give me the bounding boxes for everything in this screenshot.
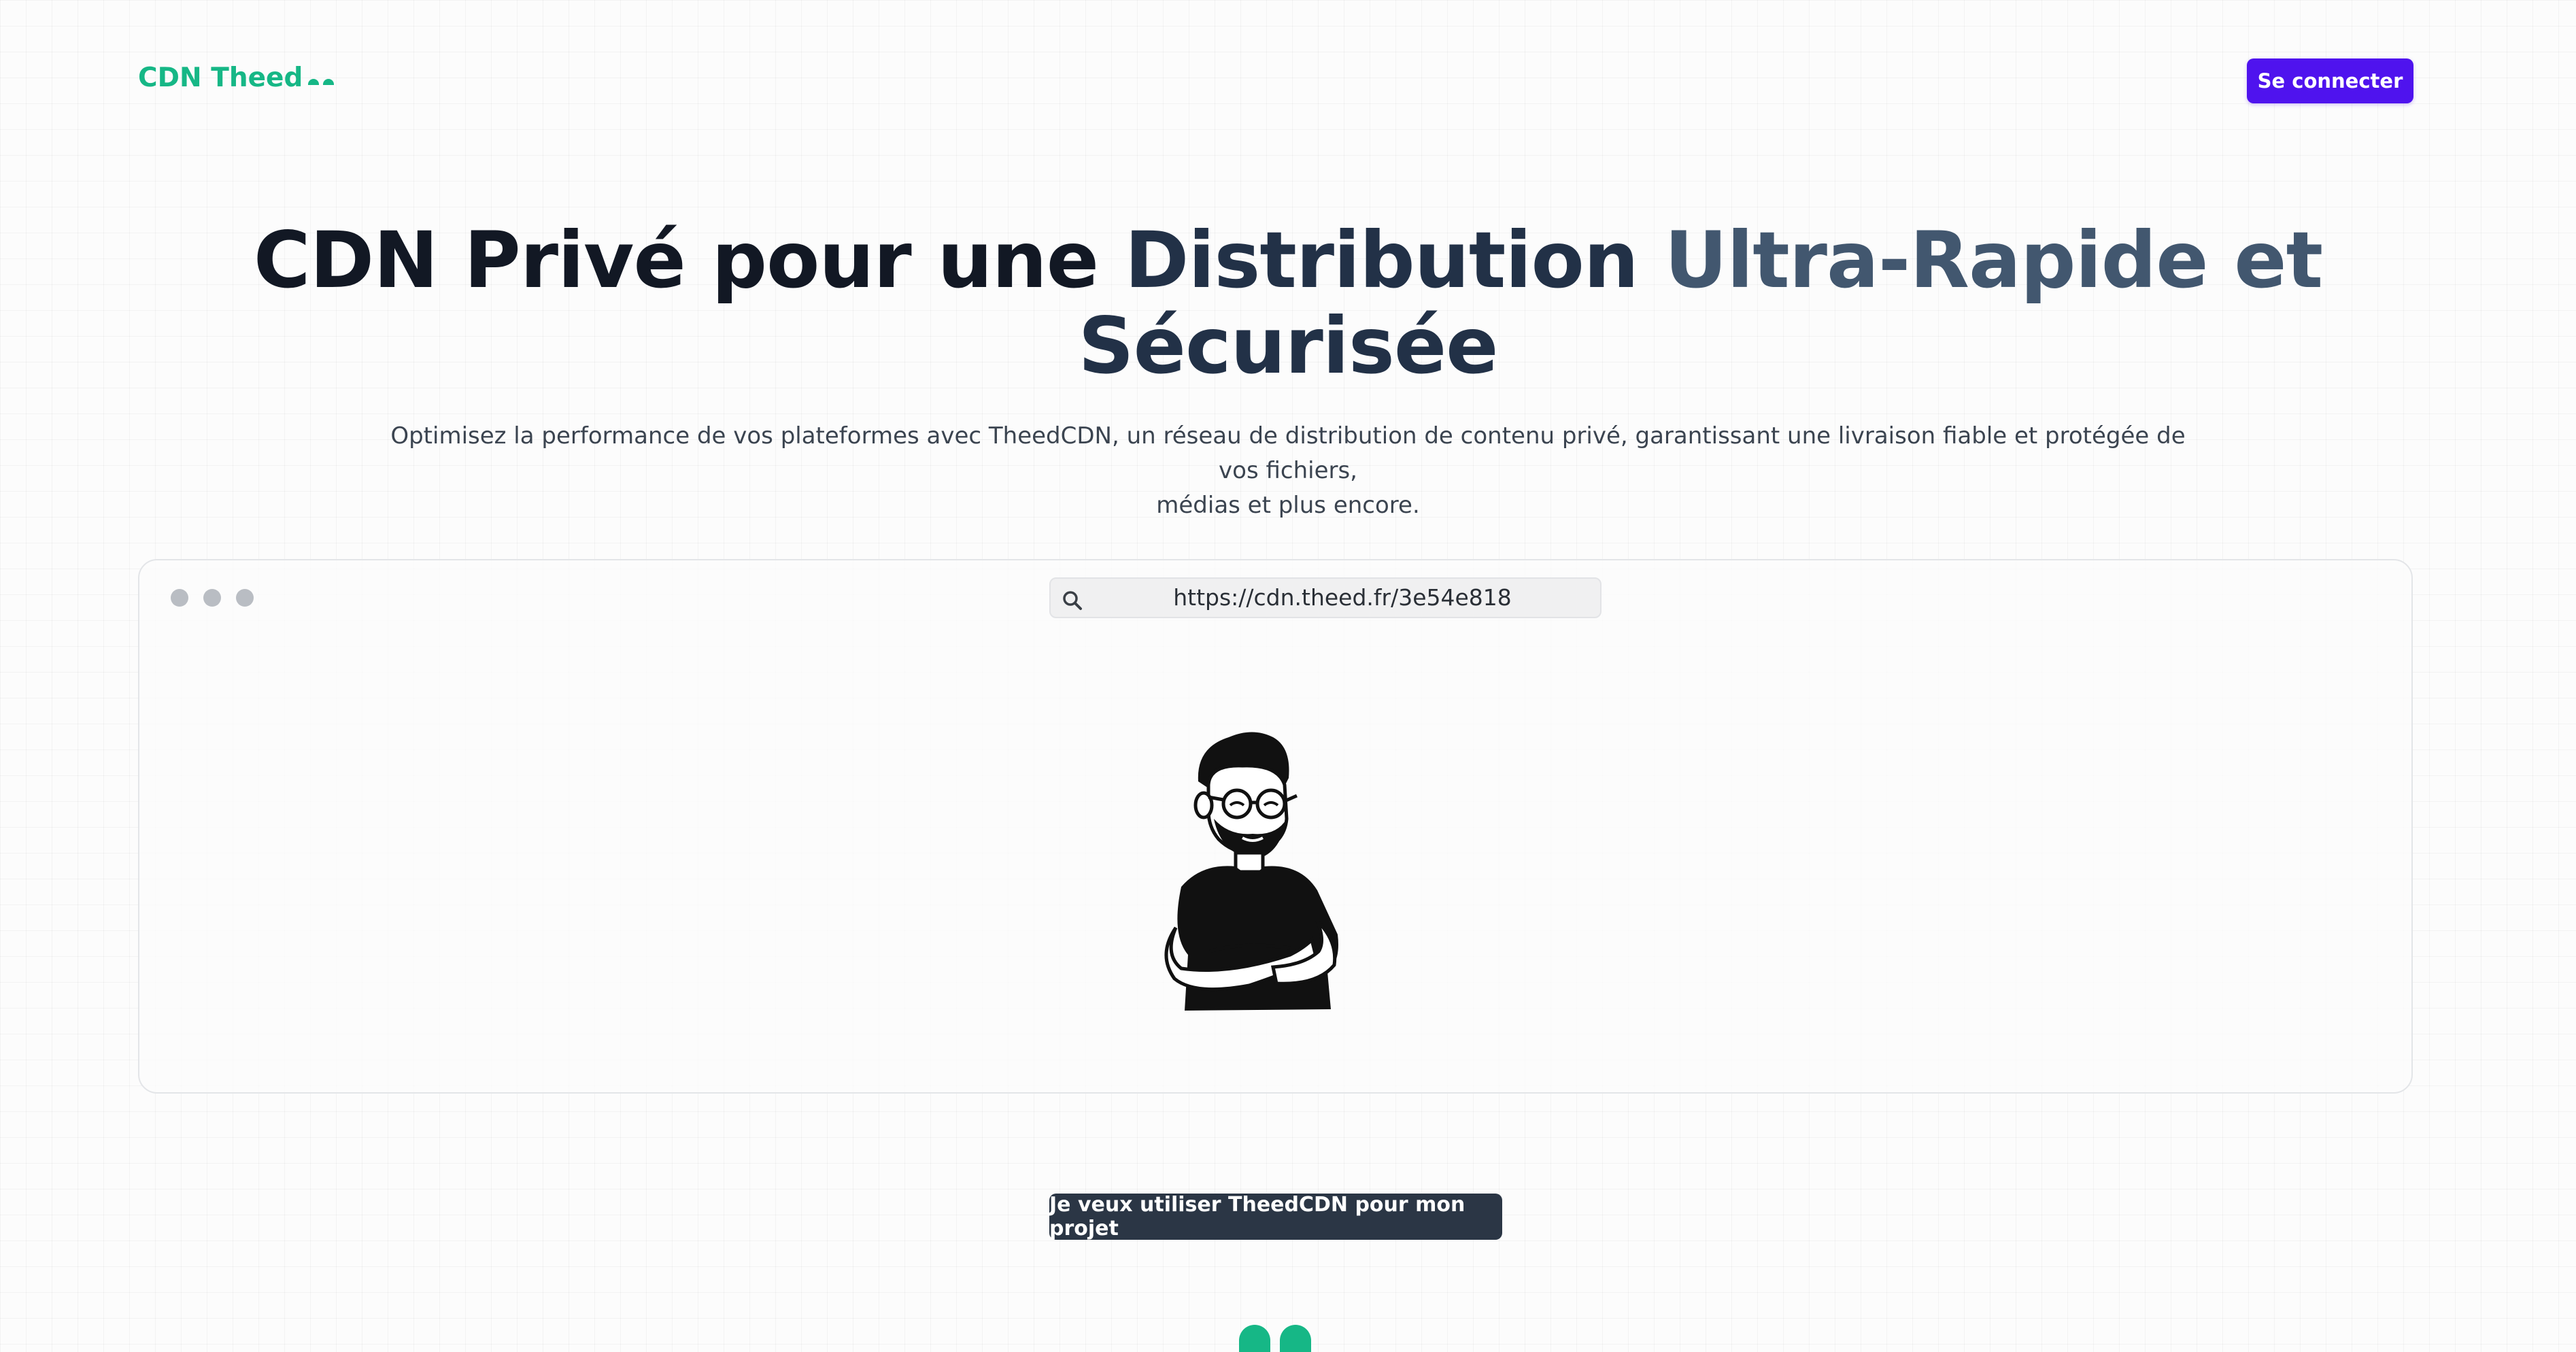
theed-ears-icon (308, 79, 335, 85)
hero-title-part3: Ultra-Rapide et (1664, 215, 2323, 305)
window-dot-icon (203, 589, 221, 607)
window-dot-icon (236, 589, 254, 607)
theed-ears-icon (1239, 1325, 1311, 1352)
url-text: https://cdn.theed.fr/3e54e818 (1173, 584, 1512, 611)
browser-mockup: https://cdn.theed.fr/3e54e818 (138, 559, 2413, 1094)
hero-subtitle-line2: médias et plus encore. (1156, 492, 1420, 519)
hero-title-part2: Distribution (1124, 215, 1665, 305)
search-icon (1063, 591, 1082, 610)
hero-subtitle-line1: Optimisez la performance de vos platefor… (390, 422, 2186, 484)
hero-title-part1: CDN Privé pour une (253, 215, 1125, 305)
window-dot-icon (171, 589, 188, 607)
man-arms-crossed-illustration (1164, 732, 1338, 1011)
hero-subtitle: Optimisez la performance de vos platefor… (367, 419, 2209, 523)
logo-text: CDN Theed (138, 63, 303, 93)
logo[interactable]: CDN Theed (138, 63, 335, 93)
window-controls (171, 589, 254, 607)
hero-title-part4: Sécurisée (1078, 301, 1499, 391)
cta-button[interactable]: Je veux utiliser TheedCDN pour mon proje… (1049, 1193, 1502, 1240)
url-bar[interactable]: https://cdn.theed.fr/3e54e818 (1049, 577, 1601, 618)
login-button[interactable]: Se connecter (2247, 58, 2413, 103)
hero-title: CDN Privé pour une Distribution Ultra-Ra… (0, 218, 2576, 389)
